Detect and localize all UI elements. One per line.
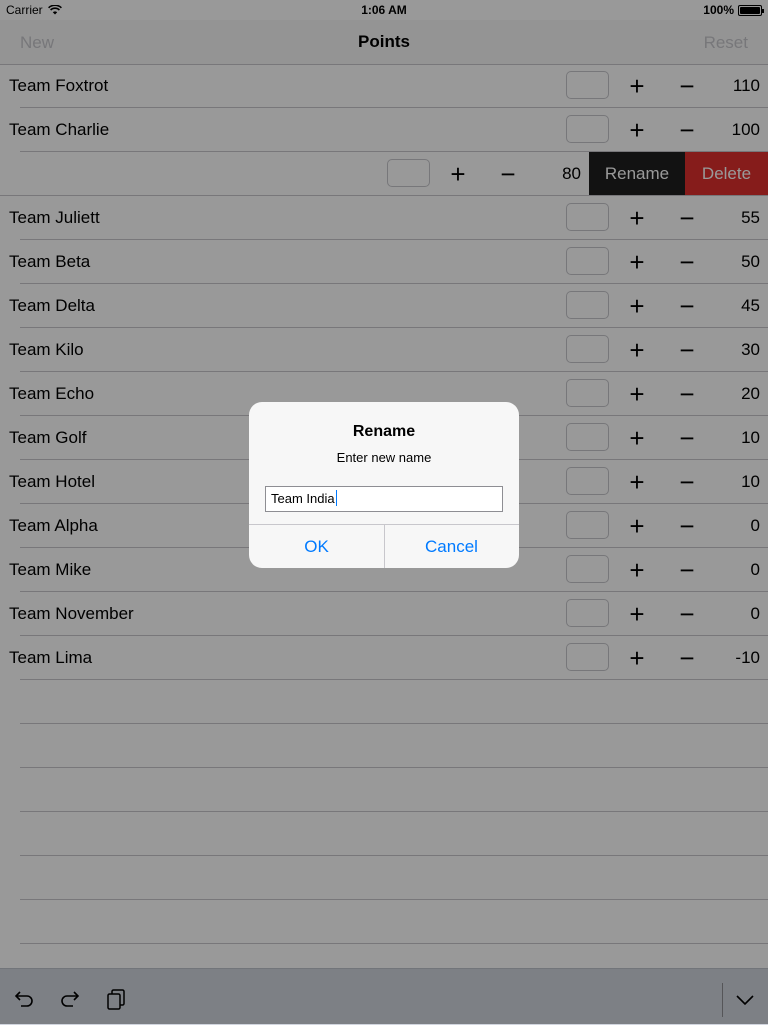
new-name-input[interactable]: Team India [265,486,503,512]
rename-alert: Rename Enter new name Team India OK Canc… [249,402,519,568]
app-screen: Carrier 1:06 AM 100% New Points Reset Te… [0,0,768,1025]
alert-title: Rename [352,423,416,440]
ok-button[interactable]: OK [249,525,384,568]
text-caret [335,490,337,506]
alert-message: Enter new name [336,450,432,465]
new-name-value: Team India [271,491,335,506]
cancel-button[interactable]: Cancel [384,525,519,568]
